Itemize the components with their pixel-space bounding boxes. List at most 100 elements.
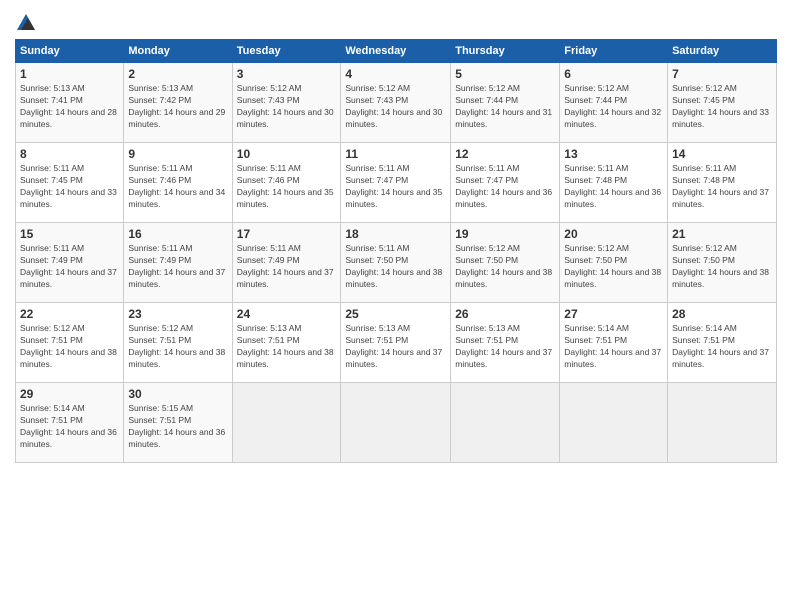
day-number: 30 <box>128 387 227 401</box>
day-info: Sunrise: 5:13 AM Sunset: 7:51 PM Dayligh… <box>455 323 555 371</box>
calendar-day-cell: 16 Sunrise: 5:11 AM Sunset: 7:49 PM Dayl… <box>124 223 232 303</box>
day-number: 12 <box>455 147 555 161</box>
day-info: Sunrise: 5:11 AM Sunset: 7:46 PM Dayligh… <box>128 163 227 211</box>
logo-line1 <box>15 10 35 31</box>
calendar-day-cell: 27 Sunrise: 5:14 AM Sunset: 7:51 PM Dayl… <box>560 303 668 383</box>
calendar-week-row: 15 Sunrise: 5:11 AM Sunset: 7:49 PM Dayl… <box>16 223 777 303</box>
calendar-day-cell: 6 Sunrise: 5:12 AM Sunset: 7:44 PM Dayli… <box>560 63 668 143</box>
calendar-day-cell: 4 Sunrise: 5:12 AM Sunset: 7:43 PM Dayli… <box>341 63 451 143</box>
calendar-header-row: SundayMondayTuesdayWednesdayThursdayFrid… <box>16 40 777 63</box>
calendar-day-cell: 21 Sunrise: 5:12 AM Sunset: 7:50 PM Dayl… <box>668 223 777 303</box>
calendar-day-cell: 9 Sunrise: 5:11 AM Sunset: 7:46 PM Dayli… <box>124 143 232 223</box>
day-info: Sunrise: 5:13 AM Sunset: 7:51 PM Dayligh… <box>345 323 446 371</box>
logo-arrow-icon <box>17 14 35 30</box>
calendar-day-cell <box>560 383 668 463</box>
day-number: 7 <box>672 67 772 81</box>
calendar-day-cell: 24 Sunrise: 5:13 AM Sunset: 7:51 PM Dayl… <box>232 303 341 383</box>
calendar-day-cell <box>341 383 451 463</box>
day-info: Sunrise: 5:11 AM Sunset: 7:47 PM Dayligh… <box>345 163 446 211</box>
calendar-day-cell: 5 Sunrise: 5:12 AM Sunset: 7:44 PM Dayli… <box>451 63 560 143</box>
calendar-day-cell: 29 Sunrise: 5:14 AM Sunset: 7:51 PM Dayl… <box>16 383 124 463</box>
day-number: 24 <box>237 307 337 321</box>
day-number: 18 <box>345 227 446 241</box>
calendar-day-cell: 18 Sunrise: 5:11 AM Sunset: 7:50 PM Dayl… <box>341 223 451 303</box>
day-info: Sunrise: 5:11 AM Sunset: 7:46 PM Dayligh… <box>237 163 337 211</box>
calendar-day-cell: 8 Sunrise: 5:11 AM Sunset: 7:45 PM Dayli… <box>16 143 124 223</box>
calendar-day-cell: 22 Sunrise: 5:12 AM Sunset: 7:51 PM Dayl… <box>16 303 124 383</box>
day-number: 29 <box>20 387 119 401</box>
day-info: Sunrise: 5:11 AM Sunset: 7:49 PM Dayligh… <box>237 243 337 291</box>
calendar-day-cell: 7 Sunrise: 5:12 AM Sunset: 7:45 PM Dayli… <box>668 63 777 143</box>
day-number: 13 <box>564 147 663 161</box>
day-of-week-header: Monday <box>124 40 232 63</box>
day-number: 10 <box>237 147 337 161</box>
day-number: 17 <box>237 227 337 241</box>
day-number: 19 <box>455 227 555 241</box>
calendar-day-cell: 11 Sunrise: 5:11 AM Sunset: 7:47 PM Dayl… <box>341 143 451 223</box>
day-number: 27 <box>564 307 663 321</box>
day-info: Sunrise: 5:11 AM Sunset: 7:47 PM Dayligh… <box>455 163 555 211</box>
calendar-day-cell: 30 Sunrise: 5:15 AM Sunset: 7:51 PM Dayl… <box>124 383 232 463</box>
logo <box>15 10 35 31</box>
calendar-day-cell: 15 Sunrise: 5:11 AM Sunset: 7:49 PM Dayl… <box>16 223 124 303</box>
day-info: Sunrise: 5:12 AM Sunset: 7:51 PM Dayligh… <box>128 323 227 371</box>
day-number: 26 <box>455 307 555 321</box>
calendar-day-cell: 2 Sunrise: 5:13 AM Sunset: 7:42 PM Dayli… <box>124 63 232 143</box>
day-number: 25 <box>345 307 446 321</box>
day-info: Sunrise: 5:13 AM Sunset: 7:41 PM Dayligh… <box>20 83 119 131</box>
day-info: Sunrise: 5:12 AM Sunset: 7:44 PM Dayligh… <box>455 83 555 131</box>
day-info: Sunrise: 5:15 AM Sunset: 7:51 PM Dayligh… <box>128 403 227 451</box>
day-info: Sunrise: 5:14 AM Sunset: 7:51 PM Dayligh… <box>564 323 663 371</box>
day-info: Sunrise: 5:12 AM Sunset: 7:43 PM Dayligh… <box>237 83 337 131</box>
day-info: Sunrise: 5:11 AM Sunset: 7:45 PM Dayligh… <box>20 163 119 211</box>
calendar-day-cell <box>668 383 777 463</box>
day-number: 23 <box>128 307 227 321</box>
day-of-week-header: Saturday <box>668 40 777 63</box>
day-number: 16 <box>128 227 227 241</box>
day-info: Sunrise: 5:12 AM Sunset: 7:50 PM Dayligh… <box>672 243 772 291</box>
calendar-week-row: 1 Sunrise: 5:13 AM Sunset: 7:41 PM Dayli… <box>16 63 777 143</box>
day-info: Sunrise: 5:11 AM Sunset: 7:49 PM Dayligh… <box>20 243 119 291</box>
day-number: 6 <box>564 67 663 81</box>
day-info: Sunrise: 5:12 AM Sunset: 7:51 PM Dayligh… <box>20 323 119 371</box>
header <box>15 10 777 31</box>
day-info: Sunrise: 5:14 AM Sunset: 7:51 PM Dayligh… <box>20 403 119 451</box>
day-of-week-header: Tuesday <box>232 40 341 63</box>
day-number: 5 <box>455 67 555 81</box>
calendar-day-cell: 12 Sunrise: 5:11 AM Sunset: 7:47 PM Dayl… <box>451 143 560 223</box>
page: SundayMondayTuesdayWednesdayThursdayFrid… <box>0 0 792 612</box>
day-info: Sunrise: 5:11 AM Sunset: 7:48 PM Dayligh… <box>564 163 663 211</box>
day-number: 4 <box>345 67 446 81</box>
calendar-day-cell: 25 Sunrise: 5:13 AM Sunset: 7:51 PM Dayl… <box>341 303 451 383</box>
day-info: Sunrise: 5:14 AM Sunset: 7:51 PM Dayligh… <box>672 323 772 371</box>
calendar-day-cell: 14 Sunrise: 5:11 AM Sunset: 7:48 PM Dayl… <box>668 143 777 223</box>
calendar-day-cell <box>232 383 341 463</box>
calendar-week-row: 29 Sunrise: 5:14 AM Sunset: 7:51 PM Dayl… <box>16 383 777 463</box>
calendar-table: SundayMondayTuesdayWednesdayThursdayFrid… <box>15 39 777 463</box>
calendar-week-row: 22 Sunrise: 5:12 AM Sunset: 7:51 PM Dayl… <box>16 303 777 383</box>
calendar-day-cell: 19 Sunrise: 5:12 AM Sunset: 7:50 PM Dayl… <box>451 223 560 303</box>
day-number: 1 <box>20 67 119 81</box>
day-info: Sunrise: 5:11 AM Sunset: 7:48 PM Dayligh… <box>672 163 772 211</box>
day-number: 28 <box>672 307 772 321</box>
day-info: Sunrise: 5:12 AM Sunset: 7:45 PM Dayligh… <box>672 83 772 131</box>
calendar-day-cell: 20 Sunrise: 5:12 AM Sunset: 7:50 PM Dayl… <box>560 223 668 303</box>
day-number: 11 <box>345 147 446 161</box>
calendar-week-row: 8 Sunrise: 5:11 AM Sunset: 7:45 PM Dayli… <box>16 143 777 223</box>
calendar-day-cell: 26 Sunrise: 5:13 AM Sunset: 7:51 PM Dayl… <box>451 303 560 383</box>
day-info: Sunrise: 5:13 AM Sunset: 7:51 PM Dayligh… <box>237 323 337 371</box>
day-of-week-header: Wednesday <box>341 40 451 63</box>
day-number: 8 <box>20 147 119 161</box>
day-of-week-header: Thursday <box>451 40 560 63</box>
day-number: 22 <box>20 307 119 321</box>
day-info: Sunrise: 5:12 AM Sunset: 7:50 PM Dayligh… <box>455 243 555 291</box>
day-of-week-header: Sunday <box>16 40 124 63</box>
day-number: 20 <box>564 227 663 241</box>
calendar-day-cell: 23 Sunrise: 5:12 AM Sunset: 7:51 PM Dayl… <box>124 303 232 383</box>
day-number: 2 <box>128 67 227 81</box>
day-of-week-header: Friday <box>560 40 668 63</box>
logo-container <box>15 10 35 31</box>
day-info: Sunrise: 5:12 AM Sunset: 7:43 PM Dayligh… <box>345 83 446 131</box>
calendar-day-cell: 17 Sunrise: 5:11 AM Sunset: 7:49 PM Dayl… <box>232 223 341 303</box>
day-number: 15 <box>20 227 119 241</box>
